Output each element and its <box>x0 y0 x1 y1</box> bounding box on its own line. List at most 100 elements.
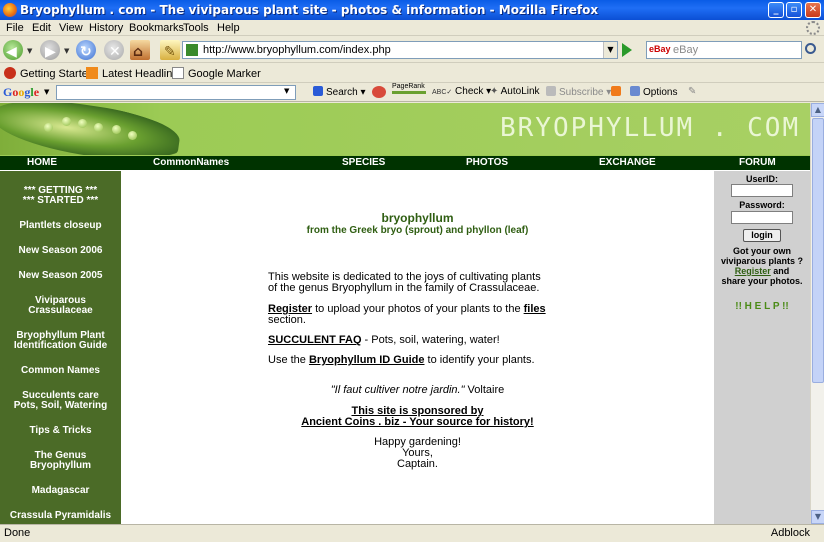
leftnav-plantlets-closeup[interactable]: Plantlets closeup <box>0 221 121 231</box>
close-button[interactable]: ✕ <box>805 2 821 18</box>
pagerank-indicator[interactable]: PageRank <box>392 83 426 94</box>
succulent-faq-link[interactable]: SUCCULENT FAQ <box>268 334 362 346</box>
plantlet-image <box>94 123 103 132</box>
leftnav-genus-bryophyllum[interactable]: The Genus Bryophyllum <box>0 451 121 471</box>
forward-arrow-icon[interactable]: ▶ <box>40 40 60 60</box>
menu-help[interactable]: Help <box>217 22 240 34</box>
leftnav-tips-tricks[interactable]: Tips & Tricks <box>0 426 121 436</box>
leftnav-madagascar[interactable]: Madagascar <box>0 486 121 496</box>
stop-icon[interactable]: ✕ <box>104 40 124 60</box>
plantlet-image <box>78 119 87 128</box>
options-icon <box>630 86 640 96</box>
menu-file[interactable]: File <box>6 22 24 34</box>
leftnav-crassula-pyramidalis[interactable]: Crassula Pyramidalis <box>0 511 121 521</box>
subscribe-button[interactable]: Subscribe ▾ <box>546 86 611 98</box>
scroll-up-arrow-icon[interactable]: ▲ <box>811 103 824 117</box>
back-arrow-icon[interactable]: ◀ <box>3 40 23 60</box>
blogger-button[interactable] <box>611 86 624 98</box>
pencil-icon[interactable]: ✎ <box>688 86 696 97</box>
leftnav-common-names[interactable]: Common Names <box>0 366 121 376</box>
autolink-button[interactable]: ✦ AutoLink <box>490 86 540 97</box>
userid-label: UserID: <box>745 174 778 184</box>
google-logo[interactable]: Google <box>3 85 39 100</box>
menu-history[interactable]: History <box>89 22 123 34</box>
url-bar[interactable]: http://www.bryophyllum.com/index.php ▼ <box>182 41 618 59</box>
firefox-bookmark-icon <box>4 67 16 79</box>
menu-view[interactable]: View <box>59 22 83 34</box>
google-history-dropdown-icon[interactable]: ▼ <box>284 87 289 95</box>
plantlet-image <box>128 131 137 140</box>
leftnav-identification-guide[interactable]: Bryophyllum Plant Identification Guide <box>0 331 121 351</box>
search-icon[interactable] <box>805 43 816 54</box>
adblock-status[interactable]: Adblock <box>771 527 810 539</box>
bookmark-google-marker[interactable]: Google Marker <box>172 67 261 80</box>
home-icon[interactable]: ⌂ <box>130 40 150 60</box>
minimize-button[interactable]: _ <box>768 2 784 18</box>
nav-photos[interactable]: PHOTOS <box>466 157 508 168</box>
navigation-toolbar: ◀ ▼ ▶ ▼ ↻ ✕ ⌂ ✎ http://www.bryophyllum.c… <box>0 37 824 63</box>
search-input[interactable]: eBay <box>673 44 698 56</box>
sponsor-link[interactable]: This site is sponsored by Ancient Coins … <box>121 406 714 428</box>
google-search-button[interactable]: Search ▾ <box>313 86 366 98</box>
reload-icon[interactable]: ↻ <box>76 40 96 60</box>
go-arrow-icon[interactable] <box>622 43 632 57</box>
menu-bar: File Edit View History Bookmarks Tools H… <box>0 20 824 36</box>
userid-field[interactable] <box>731 184 793 197</box>
password-field[interactable] <box>731 211 793 224</box>
spell-check-button[interactable]: ABC✓ Check ▾ <box>432 86 491 97</box>
ebay-engine-icon[interactable]: eBay <box>649 44 671 54</box>
maximize-button[interactable]: ▫ <box>786 2 802 18</box>
scrollbar-thumb[interactable] <box>812 118 824 383</box>
id-guide-link[interactable]: Bryophyllum ID Guide <box>309 354 425 366</box>
edit-page-icon[interactable]: ✎ <box>160 40 180 60</box>
back-history-dropdown-icon[interactable]: ▼ <box>27 47 32 55</box>
google-search-input[interactable] <box>56 85 296 100</box>
search-engine-box[interactable]: eBay eBay <box>646 41 802 59</box>
nav-common-names[interactable]: CommonNames <box>153 157 229 168</box>
popup-blocker-icon[interactable] <box>372 86 386 98</box>
guide-paragraph: Use the Bryophyllum ID Guide to identify… <box>268 354 535 366</box>
rss-feed-icon <box>86 67 98 79</box>
window-title-bar: Bryophyllum . com - The viviparous plant… <box>0 0 824 20</box>
signature: Happy gardening! Yours, Captain. <box>374 436 461 470</box>
leftnav-new-season-2005[interactable]: New Season 2005 <box>0 271 121 281</box>
nav-species[interactable]: SPECIES <box>342 157 385 168</box>
google-menu-dropdown-icon[interactable]: ▼ <box>44 88 49 96</box>
google-toolbar: Google ▼ ▼ Search ▾ PageRank ABC✓ Check … <box>0 83 824 102</box>
site-logo[interactable]: BRYOPHYLLUM . COM <box>500 113 800 143</box>
page-heading: bryophyllum <box>381 211 454 225</box>
help-link[interactable]: !! H E L P !! <box>714 301 810 312</box>
google-options-button[interactable]: Options <box>630 86 677 98</box>
web-page: BRYOPHYLLUM . COM HOME CommonNames SPECI… <box>0 103 810 524</box>
register-side-link[interactable]: Register <box>735 266 771 276</box>
forward-history-dropdown-icon[interactable]: ▼ <box>64 47 69 55</box>
intro-paragraph: This website is dedicated to the joys of… <box>268 271 541 294</box>
login-button[interactable]: login <box>743 229 781 242</box>
leftnav-viviparous-crassulaceae[interactable]: Viviparous Crassulaceae <box>0 296 121 316</box>
nav-forum[interactable]: FORUM <box>739 157 776 168</box>
plantlet-image <box>112 125 121 134</box>
loading-throbber-icon <box>806 21 820 35</box>
bookmark-latest-headlines[interactable]: Latest Headlines <box>86 67 184 80</box>
nav-exchange[interactable]: EXCHANGE <box>599 157 656 168</box>
page-icon <box>172 67 184 79</box>
url-text[interactable]: http://www.bryophyllum.com/index.php <box>203 44 391 56</box>
url-dropdown-icon[interactable]: ▼ <box>603 42 617 58</box>
blogger-icon <box>611 86 621 96</box>
menu-tools[interactable]: Tools <box>183 22 209 34</box>
wand-icon: ✦ <box>490 86 499 97</box>
files-link[interactable]: files <box>524 303 546 315</box>
leftnav-getting-started[interactable]: *** GETTING *** *** STARTED *** <box>0 186 121 206</box>
site-top-nav: HOME CommonNames SPECIES PHOTOS EXCHANGE… <box>0 155 810 170</box>
menu-bookmarks[interactable]: Bookmarks <box>129 22 184 34</box>
scroll-down-arrow-icon[interactable]: ▼ <box>811 510 824 524</box>
menu-edit[interactable]: Edit <box>32 22 51 34</box>
page-subheading: from the Greek bryo (sprout) and phyllon… <box>306 225 529 236</box>
leftnav-new-season-2006[interactable]: New Season 2006 <box>0 246 121 256</box>
nav-home[interactable]: HOME <box>27 157 57 168</box>
vertical-scrollbar[interactable]: ▲ ▼ <box>810 103 824 524</box>
google-g-icon <box>313 86 323 96</box>
own-plants-text: Got your own viviparous plants ? Registe… <box>720 246 804 286</box>
leftnav-succulents-care[interactable]: Succulents care Pots, Soil, Watering <box>0 391 121 411</box>
bookmark-getting-started[interactable]: Getting Started <box>4 67 94 80</box>
